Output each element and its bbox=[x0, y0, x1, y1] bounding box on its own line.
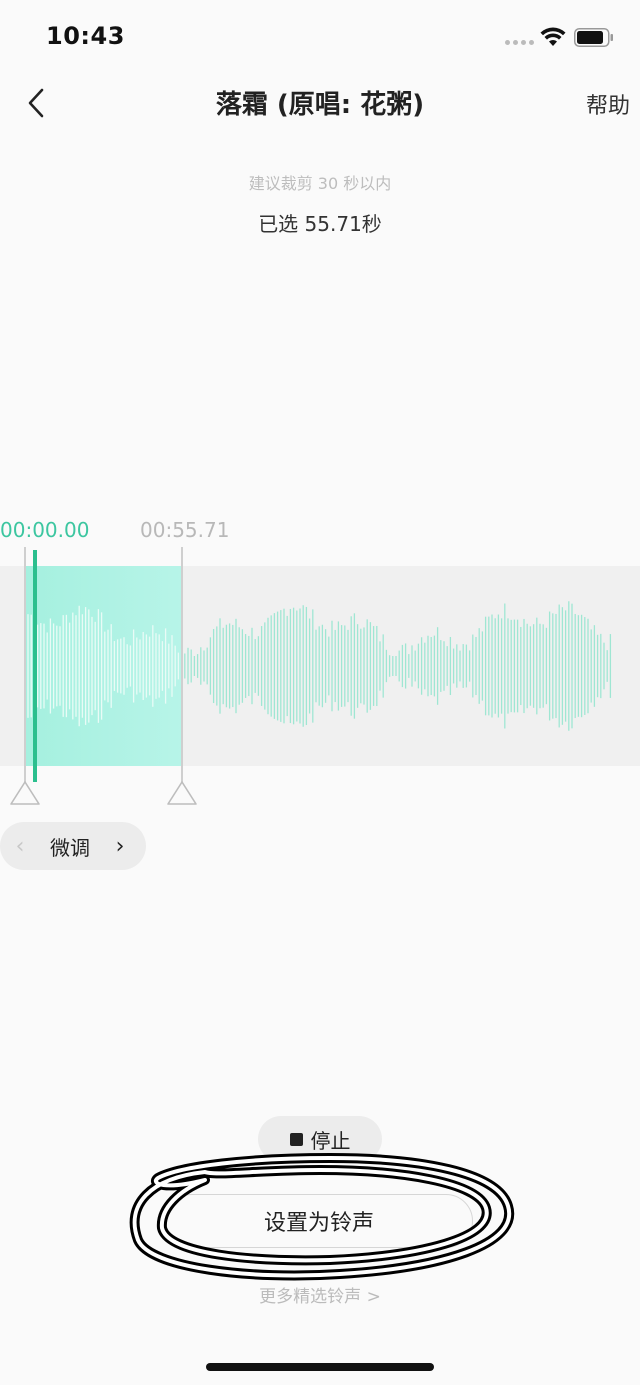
status-time: 10:43 bbox=[46, 22, 125, 50]
waveform bbox=[27, 601, 612, 731]
fine-tune-control: ‹ 微调 › bbox=[0, 822, 146, 870]
start-time-label: 00:00.00 bbox=[0, 518, 90, 542]
end-time-label: 00:55.71 bbox=[140, 518, 230, 542]
start-handle-line bbox=[24, 547, 26, 783]
trim-hint: 建议裁剪 30 秒以内 bbox=[248, 174, 392, 193]
more-ringtones-link[interactable]: 更多精选铃声 > bbox=[0, 1282, 640, 1307]
stop-icon bbox=[289, 1132, 303, 1146]
fine-tune-label: 微调 bbox=[50, 835, 90, 860]
home-indicator[interactable] bbox=[206, 1363, 434, 1371]
help-link[interactable]: 帮助 bbox=[586, 88, 630, 120]
set-ringtone-label: 设置为铃声 bbox=[263, 1211, 374, 1236]
fine-tune-prev-icon[interactable]: ‹ bbox=[0, 834, 40, 859]
playhead[interactable] bbox=[33, 550, 37, 782]
selected-duration: 已选 55.71秒 bbox=[258, 212, 382, 236]
end-handle-triangle-icon[interactable] bbox=[166, 780, 198, 806]
page-title: 落霜 (原唱: 花粥) bbox=[215, 90, 425, 120]
set-ringtone-button[interactable]: 设置为铃声 bbox=[165, 1194, 473, 1248]
end-handle-line bbox=[181, 547, 183, 783]
battery-icon bbox=[574, 28, 613, 47]
cellular-signal-icon bbox=[505, 40, 534, 45]
stop-button[interactable]: 停止 bbox=[258, 1116, 382, 1162]
stop-label: 停止 bbox=[310, 1128, 351, 1153]
start-handle-triangle-icon[interactable] bbox=[9, 780, 41, 806]
fine-tune-next-icon[interactable]: › bbox=[100, 834, 140, 859]
wifi-icon bbox=[540, 27, 566, 46]
